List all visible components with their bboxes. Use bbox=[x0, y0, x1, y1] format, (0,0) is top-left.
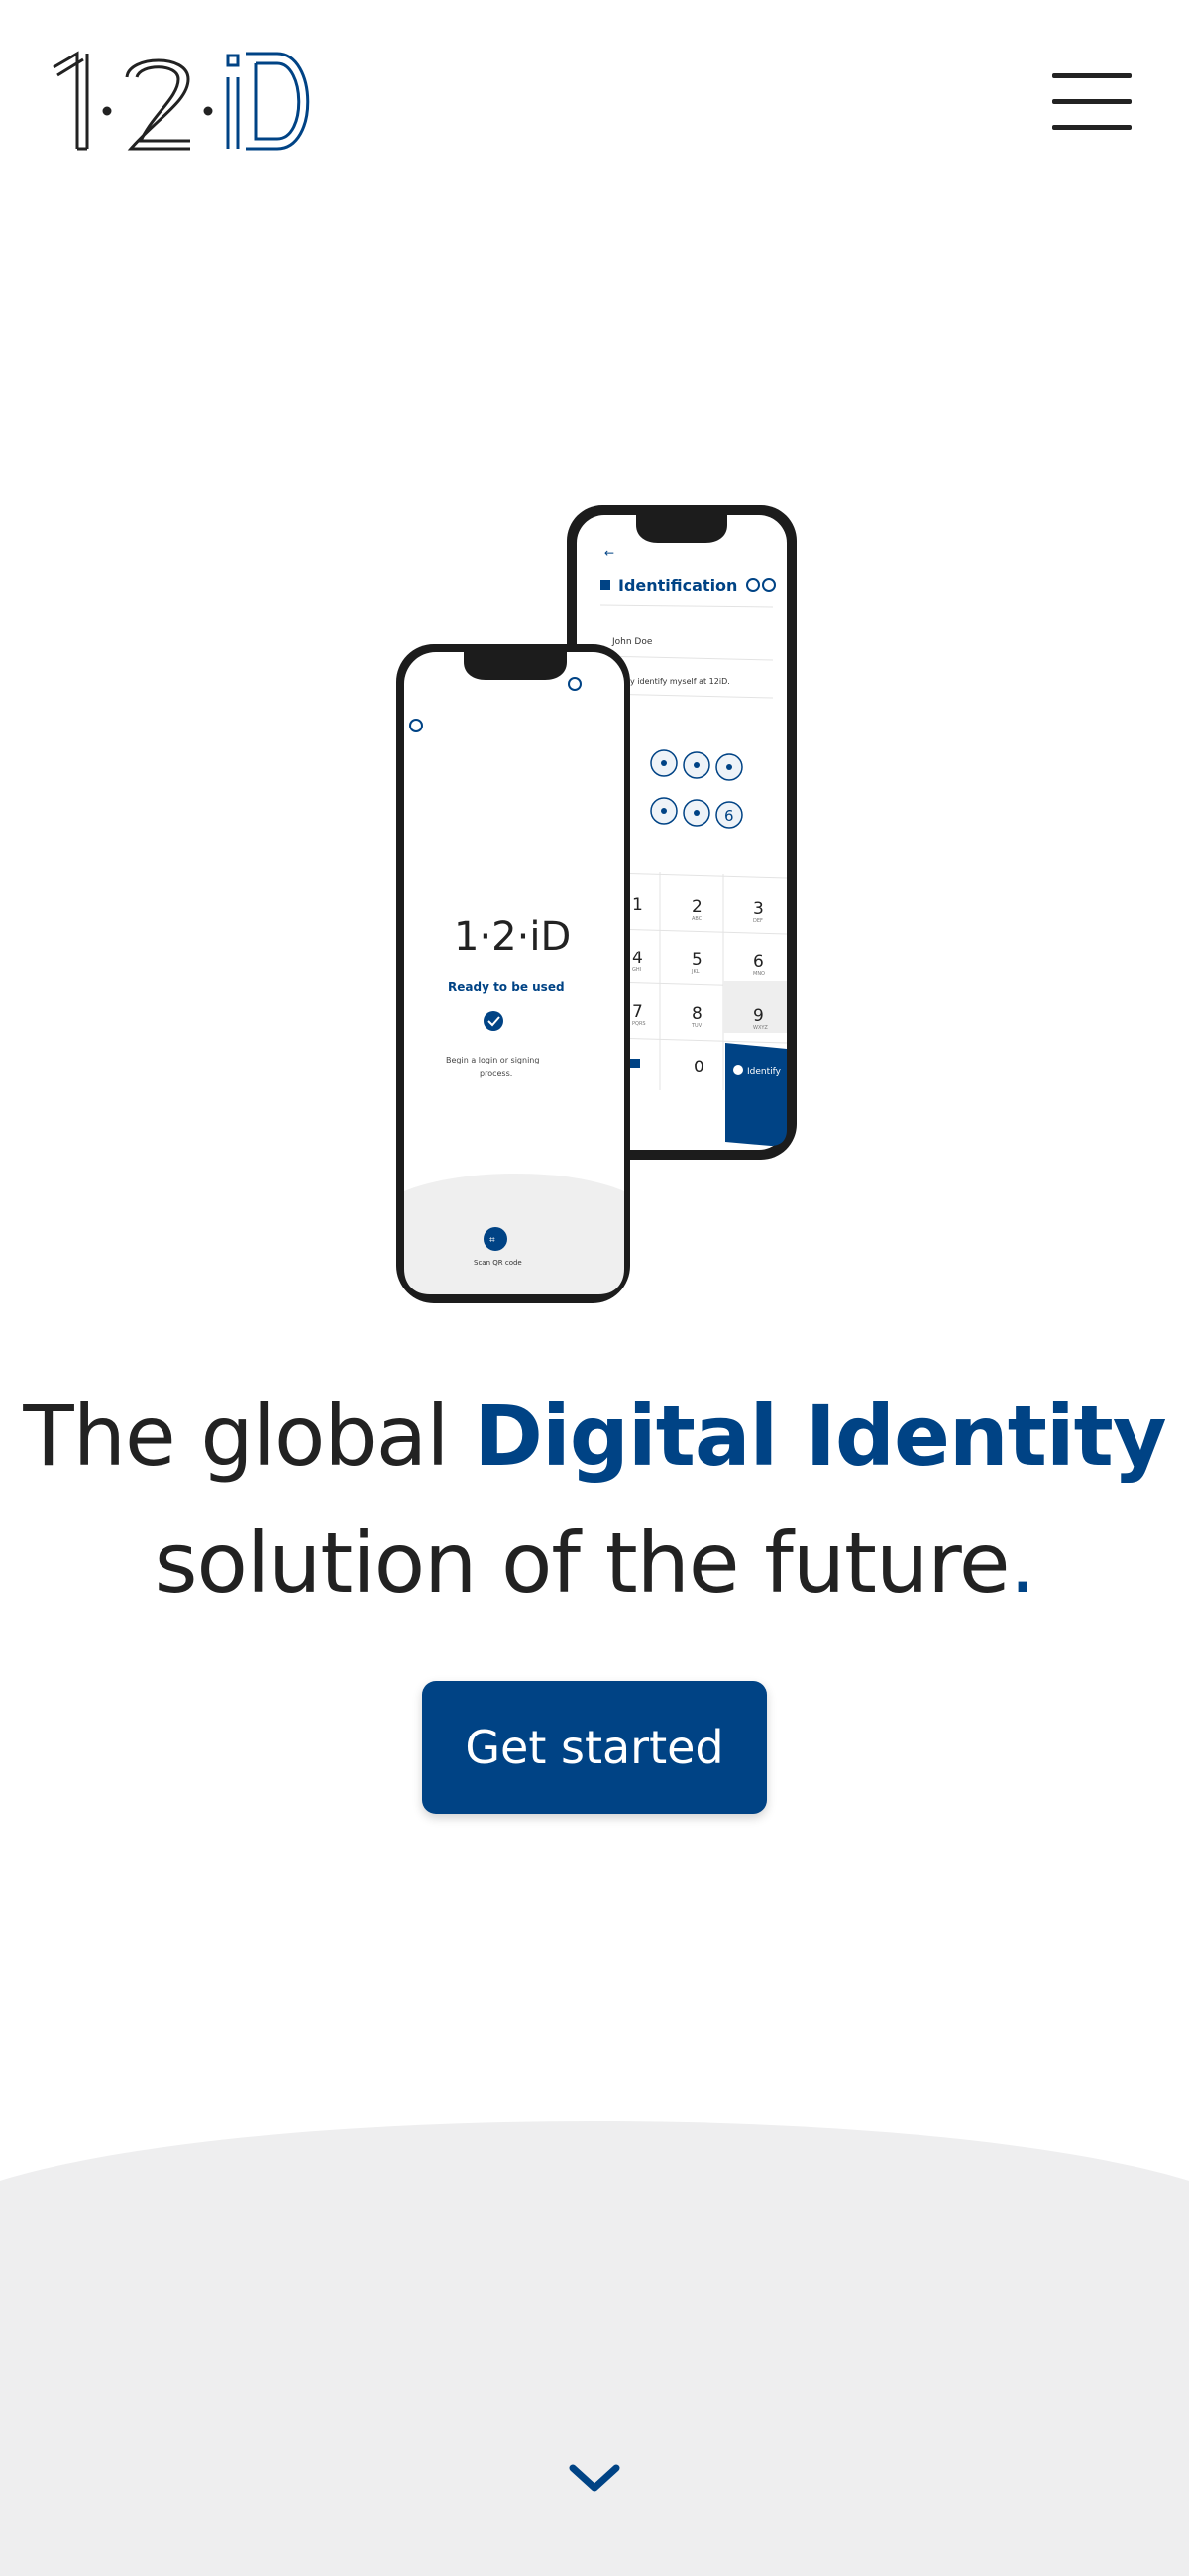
phones-illustration: ← Identification John Doe I hereby ident… bbox=[396, 505, 797, 1303]
headline-part1: The global bbox=[23, 1388, 475, 1485]
front-phone-status: Ready to be used bbox=[448, 980, 565, 994]
hamburger-line bbox=[1052, 125, 1132, 130]
key-6: 6 bbox=[753, 952, 764, 972]
front-phone: 1·2·iD Ready to be used Begin a login or… bbox=[396, 644, 630, 1303]
get-started-button[interactable]: Get started bbox=[422, 1681, 767, 1814]
key-5: 5 bbox=[692, 951, 703, 970]
key-1: 1 bbox=[632, 895, 643, 915]
chevron-down-icon[interactable] bbox=[565, 2458, 624, 2498]
key-9: 9 bbox=[753, 1006, 764, 1026]
menu-button[interactable] bbox=[1050, 69, 1134, 133]
key-7: 7 bbox=[632, 1002, 643, 1022]
key-3-letters: DEF bbox=[753, 918, 763, 924]
key-2-letters: ABC bbox=[692, 916, 703, 922]
hamburger-line bbox=[1052, 99, 1132, 104]
brand-logo[interactable] bbox=[50, 50, 322, 159]
headline-period: . bbox=[1009, 1514, 1036, 1612]
key-4: 4 bbox=[632, 949, 643, 968]
front-phone-logo: 1·2·iD bbox=[454, 914, 571, 959]
front-phone-message-1: Begin a login or signing bbox=[446, 1056, 539, 1064]
hero-headline: The global Digital Identity solution of … bbox=[0, 1373, 1189, 1626]
svg-text:←: ← bbox=[604, 546, 614, 560]
key-2: 2 bbox=[692, 897, 703, 917]
key-4-letters: GHI bbox=[632, 967, 641, 973]
key-6-letters: MNO bbox=[753, 971, 765, 977]
headline-part2: solution of the future bbox=[154, 1514, 1011, 1612]
back-phone-user: John Doe bbox=[611, 637, 653, 647]
key-8-letters: TUV bbox=[691, 1023, 703, 1029]
back-phone-title: Identification bbox=[618, 576, 737, 595]
key-8: 8 bbox=[692, 1004, 703, 1024]
qr-scan-icon: ⌗ bbox=[489, 1235, 495, 1246]
identify-button: Identify bbox=[747, 1067, 782, 1077]
key-7-letters: PQRS bbox=[632, 1021, 646, 1027]
key-3: 3 bbox=[753, 899, 764, 919]
front-phone-message-2: process. bbox=[480, 1069, 512, 1078]
bottom-band bbox=[0, 2121, 1189, 2576]
key-5-letters: JKL bbox=[691, 969, 700, 975]
hamburger-menu-icon bbox=[1052, 73, 1132, 78]
key-0: 0 bbox=[694, 1058, 704, 1077]
front-phone-scan: Scan QR code bbox=[474, 1259, 522, 1267]
back-phone-pin-digit: 6 bbox=[724, 807, 734, 825]
key-9-letters: WXYZ bbox=[753, 1025, 768, 1031]
headline-highlight: Digital Identity bbox=[474, 1388, 1166, 1485]
